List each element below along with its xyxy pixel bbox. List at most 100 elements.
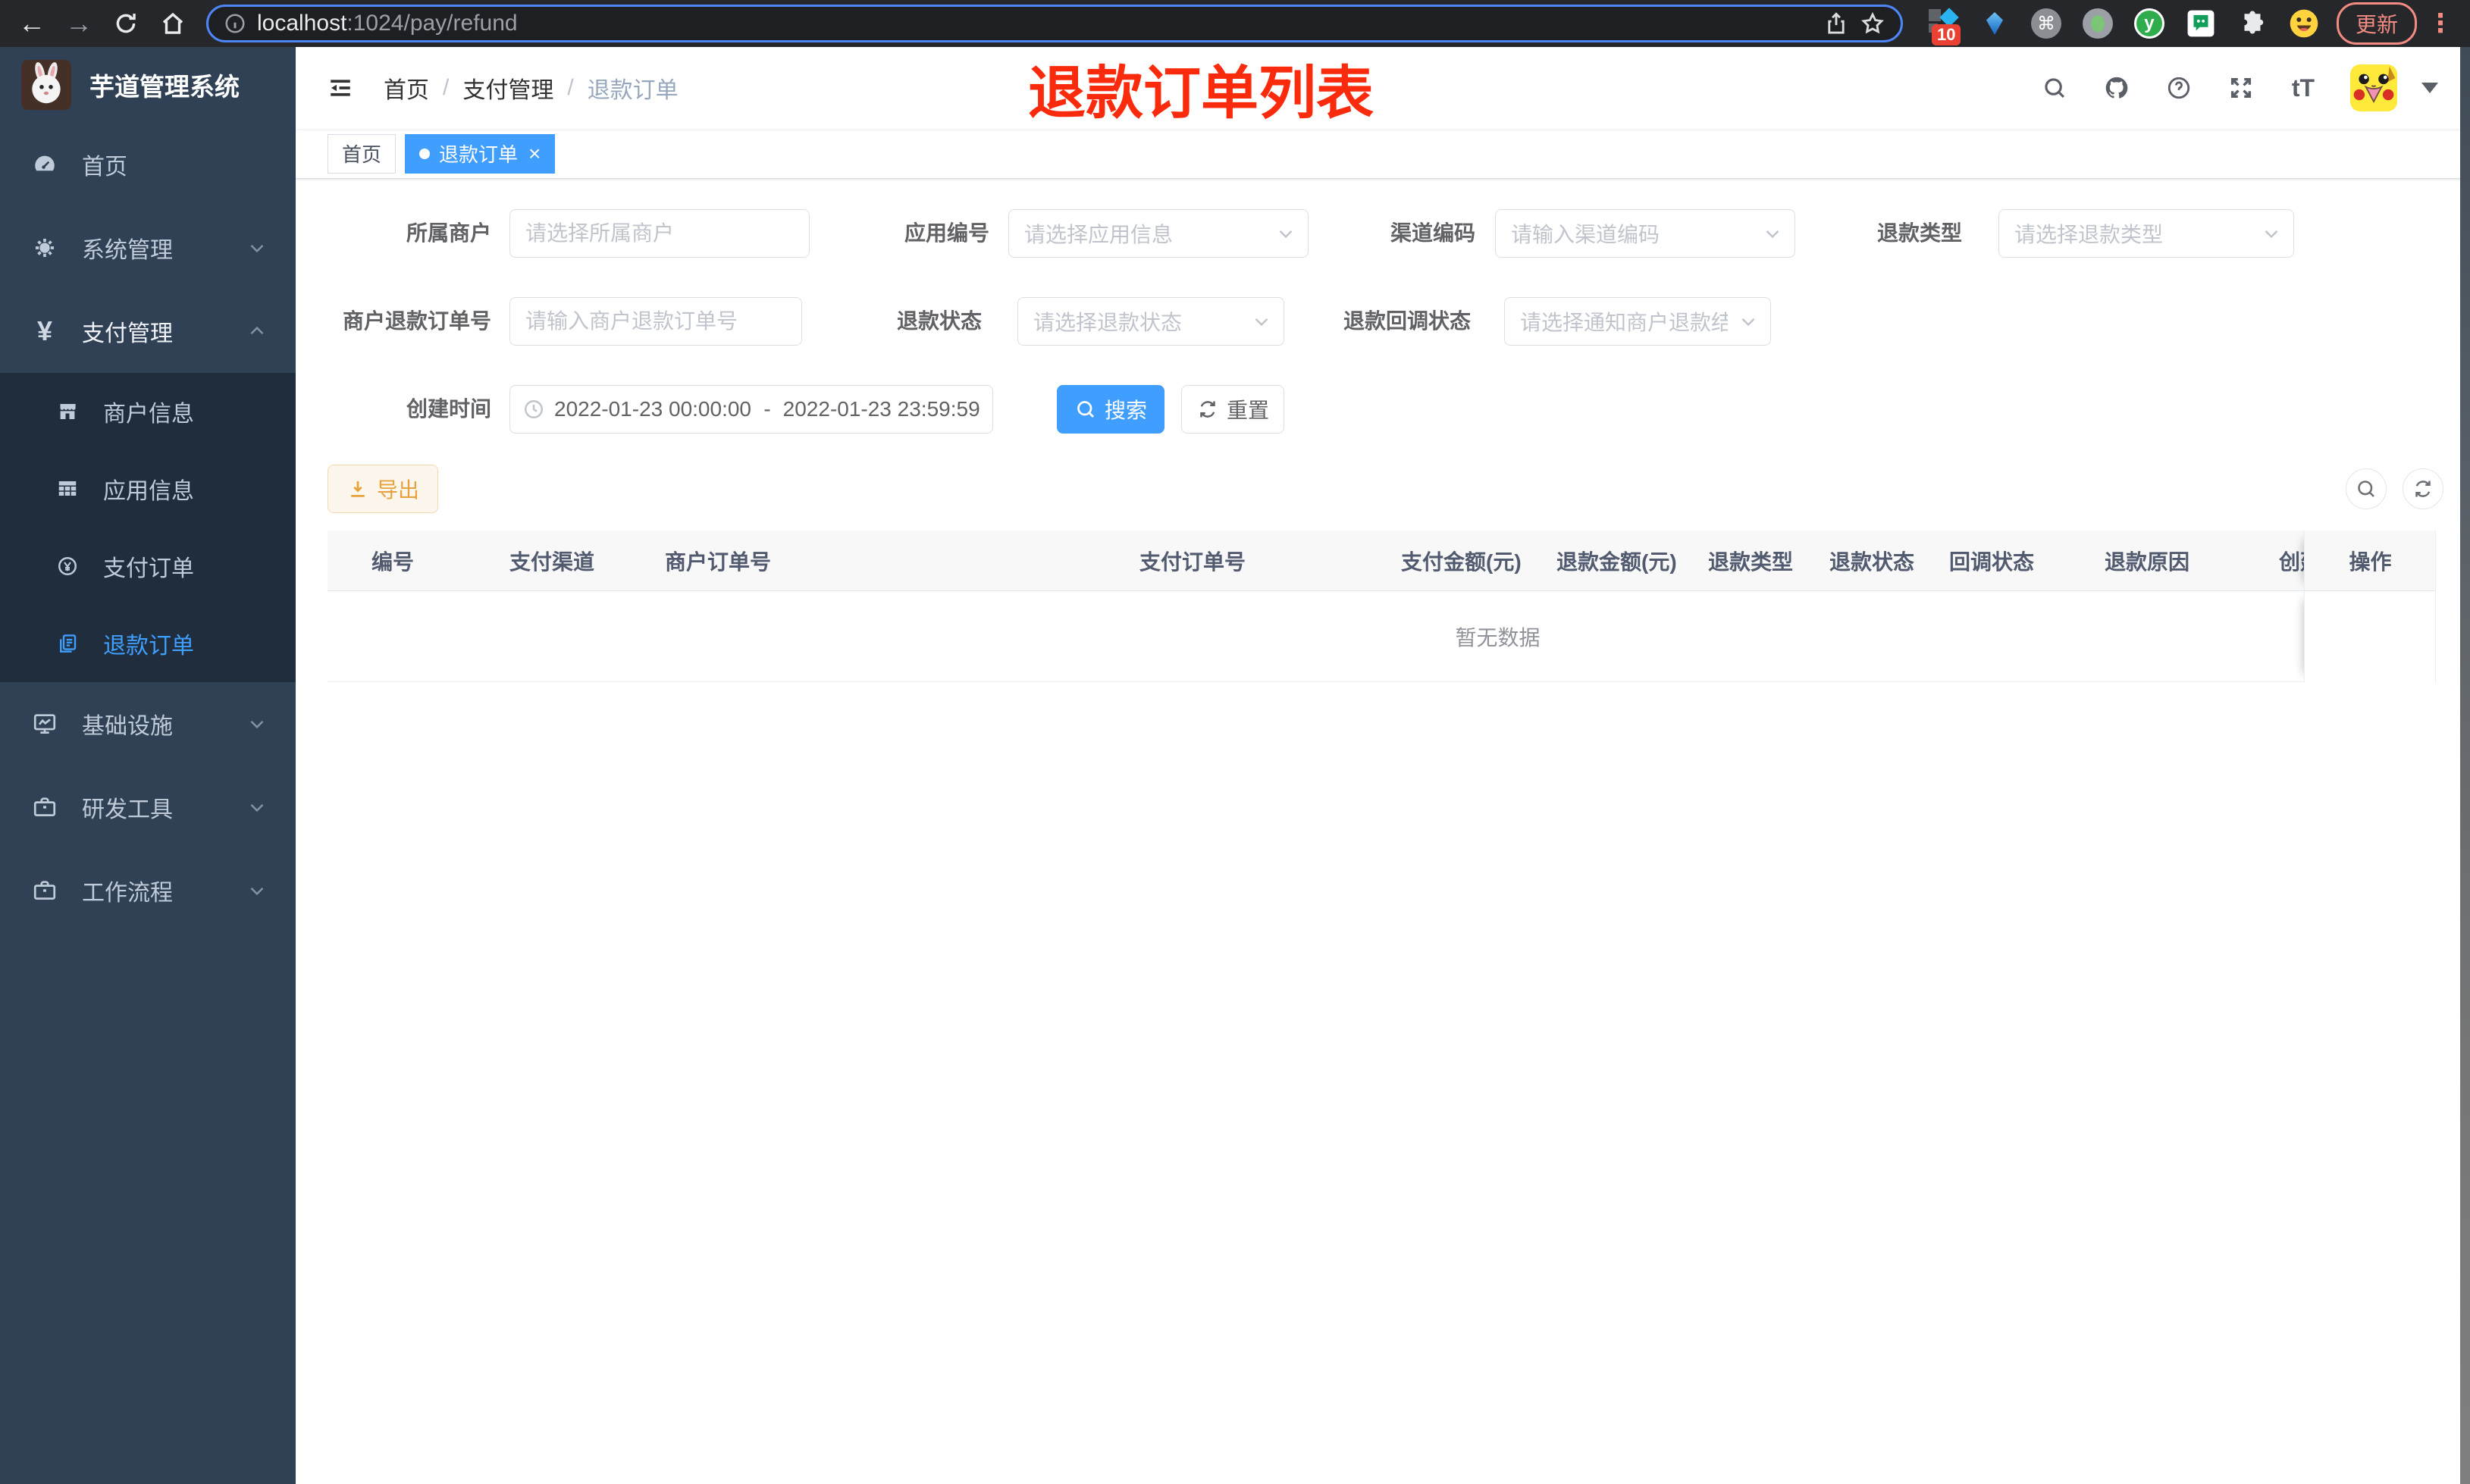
sidebar-logo[interactable]: 芋道管理系统 bbox=[0, 47, 296, 123]
breadcrumb-pay[interactable]: 支付管理 bbox=[462, 71, 553, 105]
channel-select[interactable]: 请输入渠道编码 bbox=[1495, 209, 1795, 258]
create-time-range-picker[interactable]: 2022-01-23 00:00:00 - 2022-01-23 23:59:5… bbox=[509, 385, 993, 434]
sidebar-item-system[interactable]: 系统管理 bbox=[0, 206, 296, 290]
date-separator: - bbox=[763, 397, 771, 421]
header-search-button[interactable] bbox=[2039, 73, 2070, 103]
dashboard-icon bbox=[35, 155, 55, 171]
sidebar-item-label: 应用信息 bbox=[103, 479, 194, 504]
sidebar-fold-icon[interactable] bbox=[328, 75, 353, 101]
header-fullscreen-button[interactable] bbox=[2226, 73, 2256, 103]
sidebar-item-home[interactable]: 首页 bbox=[0, 123, 296, 206]
search-icon bbox=[2358, 481, 2374, 497]
share-icon[interactable] bbox=[1823, 11, 1849, 36]
fullscreen-icon bbox=[2230, 77, 2252, 99]
browser-forward-button[interactable]: → bbox=[58, 4, 100, 43]
url-text: localhost:1024/pay/refund bbox=[257, 11, 518, 36]
tag-refund-order[interactable]: 退款订单 × bbox=[405, 133, 556, 174]
info-icon[interactable] bbox=[224, 12, 246, 35]
table-header-row: 编号 支付渠道 商户订单号 支付订单号 支付金额(元) 退款金额(元) 退款类型… bbox=[328, 531, 2436, 591]
pay-order-icon bbox=[58, 556, 77, 576]
search-icon bbox=[1077, 401, 1094, 418]
breadcrumb-separator: / bbox=[567, 75, 574, 100]
refund-order-icon bbox=[60, 634, 77, 653]
merchant-refund-no-input[interactable] bbox=[509, 297, 802, 346]
chevron-down-icon bbox=[2265, 230, 2278, 239]
tag-close-icon[interactable]: × bbox=[528, 142, 541, 166]
select-placeholder: 请选择退款类型 bbox=[2014, 223, 2164, 246]
table-grid-icon bbox=[58, 481, 77, 496]
emoji-extension-icon[interactable] bbox=[2288, 8, 2320, 39]
sidebar-item-workflow[interactable]: 工作流程 bbox=[0, 849, 296, 932]
chevron-down-icon bbox=[1255, 318, 1268, 327]
col-header-refund-status: 退款状态 bbox=[1829, 549, 1915, 574]
chevron-down-icon bbox=[250, 887, 264, 896]
header-help-button[interactable] bbox=[2164, 73, 2194, 103]
filter-label-refund-status: 退款状态 bbox=[896, 309, 982, 333]
header-fontsize-button[interactable]: tT bbox=[2288, 73, 2318, 103]
breadcrumb: 首页 / 支付管理 / 退款订单 bbox=[384, 71, 679, 105]
refund-status-select[interactable]: 请选择退款状态 bbox=[1017, 297, 1284, 346]
browser-menu-button[interactable]: ⋮ bbox=[2421, 8, 2459, 39]
date-end-value: 2022-01-23 23:59:59 bbox=[782, 397, 980, 421]
y-extension-icon[interactable]: y bbox=[2133, 8, 2165, 39]
tags-view-bar: 首页 退款订单 × bbox=[296, 129, 2470, 179]
question-icon bbox=[2168, 77, 2190, 99]
extension-badge: 10 bbox=[1931, 24, 1961, 45]
browser-update-button[interactable]: 更新 bbox=[2336, 2, 2417, 45]
tag-home[interactable]: 首页 bbox=[328, 133, 397, 174]
bookmark-star-icon[interactable] bbox=[1860, 11, 1885, 36]
sidebar-item-app-info[interactable]: 应用信息 bbox=[0, 450, 296, 528]
export-button[interactable]: 导出 bbox=[328, 465, 438, 513]
breadcrumb-home[interactable]: 首页 bbox=[384, 71, 429, 105]
forward-icon: → bbox=[65, 8, 92, 39]
sidebar-item-infra[interactable]: 基础设施 bbox=[0, 682, 296, 765]
page-scrollbar[interactable] bbox=[2460, 47, 2470, 1484]
sidebar-item-label: 退款订单 bbox=[103, 634, 194, 659]
table-search-toggle-button[interactable] bbox=[2346, 468, 2387, 509]
command-extension-icon[interactable]: ⌘ bbox=[2030, 8, 2062, 39]
col-header-create-time: 创建时间 bbox=[2279, 549, 2304, 574]
puzzle-extensions-icon[interactable] bbox=[2236, 8, 2268, 39]
filter-label-notify-status: 退款回调状态 bbox=[1343, 309, 1471, 333]
tag-label: 退款订单 bbox=[439, 143, 519, 166]
notify-status-select[interactable]: 请选择通知商户退款结果 bbox=[1504, 297, 1771, 346]
search-button[interactable]: 搜索 bbox=[1057, 385, 1164, 434]
col-header-channel: 支付渠道 bbox=[509, 549, 595, 574]
dot-extension-icon[interactable] bbox=[2082, 8, 2114, 39]
table-refresh-button[interactable] bbox=[2403, 468, 2443, 509]
sidebar-item-devtools[interactable]: 研发工具 bbox=[0, 765, 296, 849]
filter-label-create-time: 创建时间 bbox=[406, 397, 491, 421]
actions-header-label: 操作 bbox=[2349, 550, 2392, 574]
sidebar-item-pay[interactable]: ¥ 支付管理 bbox=[0, 290, 296, 373]
sidebar-item-merchant-info[interactable]: 商户信息 bbox=[0, 373, 296, 450]
url-bar[interactable]: localhost:1024/pay/refund bbox=[206, 5, 1903, 42]
app-select[interactable]: 请选择应用信息 bbox=[1008, 209, 1309, 258]
filter-label-merchant-refund-no: 商户退款订单号 bbox=[342, 309, 491, 333]
sidebar-item-label: 支付管理 bbox=[82, 321, 173, 346]
refund-type-select[interactable]: 请选择退款类型 bbox=[1998, 209, 2294, 258]
gem-extension-icon[interactable] bbox=[1979, 8, 2011, 39]
chevron-down-icon bbox=[250, 803, 264, 812]
tampermonkey-extension-icon[interactable]: 10 bbox=[1927, 8, 1961, 45]
search-button-label: 搜索 bbox=[1104, 399, 1147, 422]
header-github-button[interactable] bbox=[2102, 73, 2132, 103]
merchant-input[interactable] bbox=[509, 209, 810, 258]
chevron-up-icon bbox=[250, 326, 264, 335]
user-avatar[interactable] bbox=[2350, 64, 2397, 111]
sidebar-item-pay-order[interactable]: 支付订单 bbox=[0, 528, 296, 605]
sidebar-item-label: 支付订单 bbox=[103, 556, 194, 581]
browser-home-button[interactable] bbox=[152, 4, 194, 43]
chat-extension-icon[interactable] bbox=[2185, 8, 2217, 39]
chevron-down-icon bbox=[250, 244, 264, 253]
pikachu-avatar-icon bbox=[2350, 64, 2397, 111]
col-header-pay-amount: 支付金额(元) bbox=[1401, 549, 1522, 574]
sidebar-item-label: 基础设施 bbox=[82, 714, 173, 739]
browser-toolbar: ← → localhost:1024/pay/refund 10 ⌘ y 更新 … bbox=[0, 0, 2470, 47]
browser-back-button[interactable]: ← bbox=[11, 4, 53, 43]
command-glyph: ⌘ bbox=[2036, 13, 2055, 34]
reset-button[interactable]: 重置 bbox=[1181, 385, 1284, 434]
avatar-caret-icon[interactable] bbox=[2421, 83, 2438, 93]
select-placeholder: 请选择通知商户退款结果 bbox=[1520, 311, 1728, 334]
sidebar-item-refund-order[interactable]: 退款订单 bbox=[0, 605, 296, 682]
browser-reload-button[interactable] bbox=[105, 4, 147, 43]
